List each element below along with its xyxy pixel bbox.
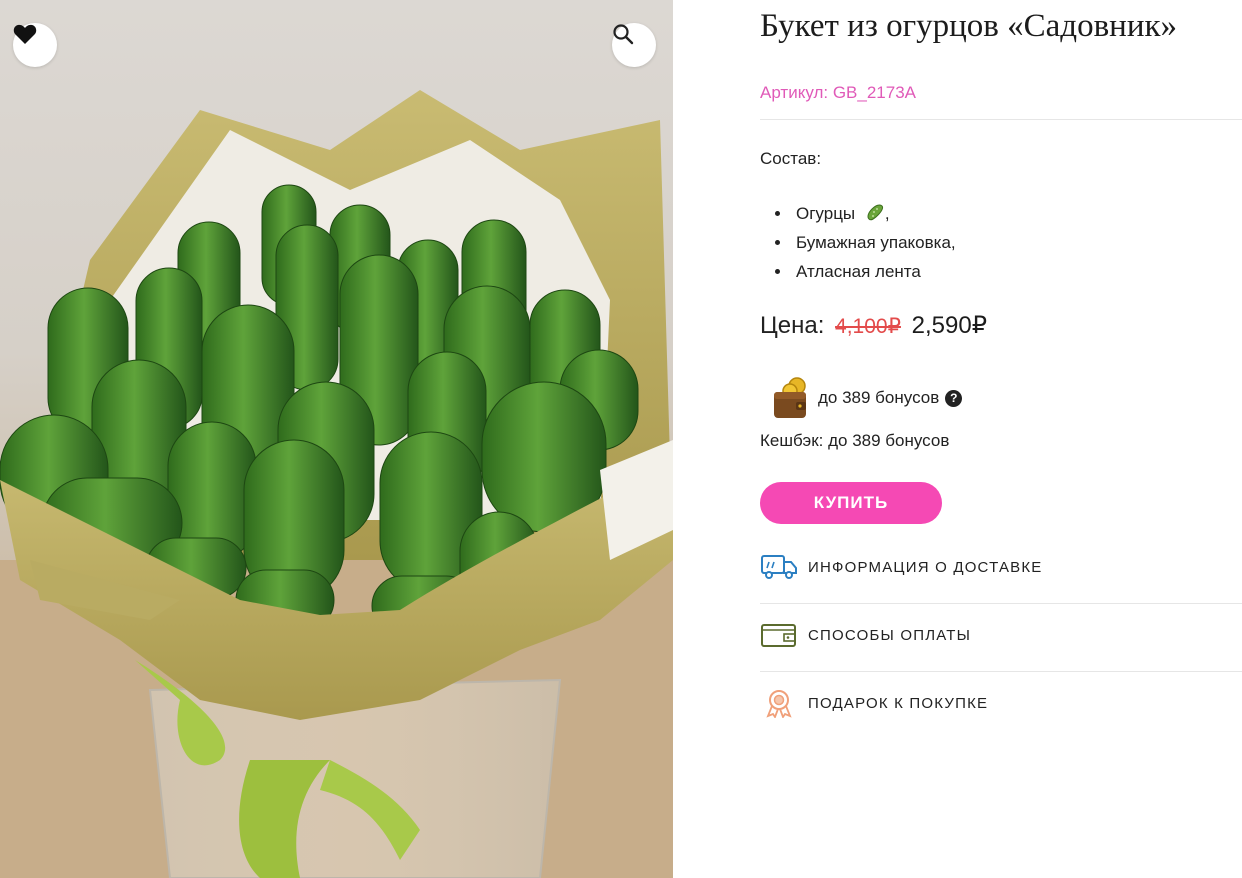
- wallet-icon: [761, 624, 796, 647]
- payment-methods-label: СПОСОБЫ ОПЛАТЫ: [808, 626, 972, 644]
- cashback-text: Кешбэк: до 389 бонусов: [760, 431, 950, 450]
- composition-label: Состав:: [760, 149, 822, 168]
- gift-badge-icon: [766, 690, 792, 718]
- product-image[interactable]: [0, 0, 673, 878]
- question-icon[interactable]: ?: [945, 389, 963, 407]
- divider: [760, 603, 1242, 604]
- composition-item: Атласная лента: [775, 257, 956, 286]
- buy-button[interactable]: КУПИТЬ: [760, 482, 942, 524]
- delivery-info-label: ИНФОРМАЦИЯ О ДОСТАВКЕ: [808, 558, 1043, 576]
- old-price: 4,100₽: [835, 315, 901, 338]
- cucumber-bouquet-illustration: [0, 90, 673, 878]
- current-price: 2,590₽: [911, 312, 987, 339]
- search-icon: [613, 24, 634, 45]
- product-sku: Артикул: GB_2173A: [760, 83, 916, 102]
- divider: [760, 119, 1242, 120]
- composition-list: Огурцы , Бумажная упаковка, Атласная лен…: [775, 199, 956, 286]
- price-row: Цена: 4,100₽ 2,590₽: [760, 311, 987, 340]
- gift-label: ПОДАРОК К ПОКУПКЕ: [808, 694, 989, 712]
- product-title: Букет из огурцов «Садовник»: [760, 8, 1178, 44]
- delivery-truck-icon: [761, 555, 797, 579]
- wallet-coins-icon: [774, 377, 806, 418]
- bonus-row: до 389 бонусов ?: [772, 376, 963, 420]
- composition-item: Бумажная упаковка,: [775, 228, 956, 257]
- heart-icon: [13, 24, 37, 44]
- favorite-button[interactable]: [13, 23, 57, 67]
- price-label: Цена:: [760, 312, 825, 339]
- bonus-text: до 389 бонусов: [818, 388, 940, 407]
- composition-item: Огурцы ,: [775, 199, 956, 228]
- divider: [760, 671, 1242, 672]
- gift-link[interactable]: ПОДАРОК К ПОКУПКЕ: [760, 683, 1242, 723]
- zoom-button[interactable]: [612, 23, 656, 67]
- delivery-info-link[interactable]: ИНФОРМАЦИЯ О ДОСТАВКЕ: [760, 547, 1242, 587]
- product-info: Букет из огурцов «Садовник» Артикул: GB_…: [760, 0, 1242, 878]
- payment-methods-link[interactable]: СПОСОБЫ ОПЛАТЫ: [760, 615, 1242, 655]
- cucumber-icon: [867, 204, 883, 221]
